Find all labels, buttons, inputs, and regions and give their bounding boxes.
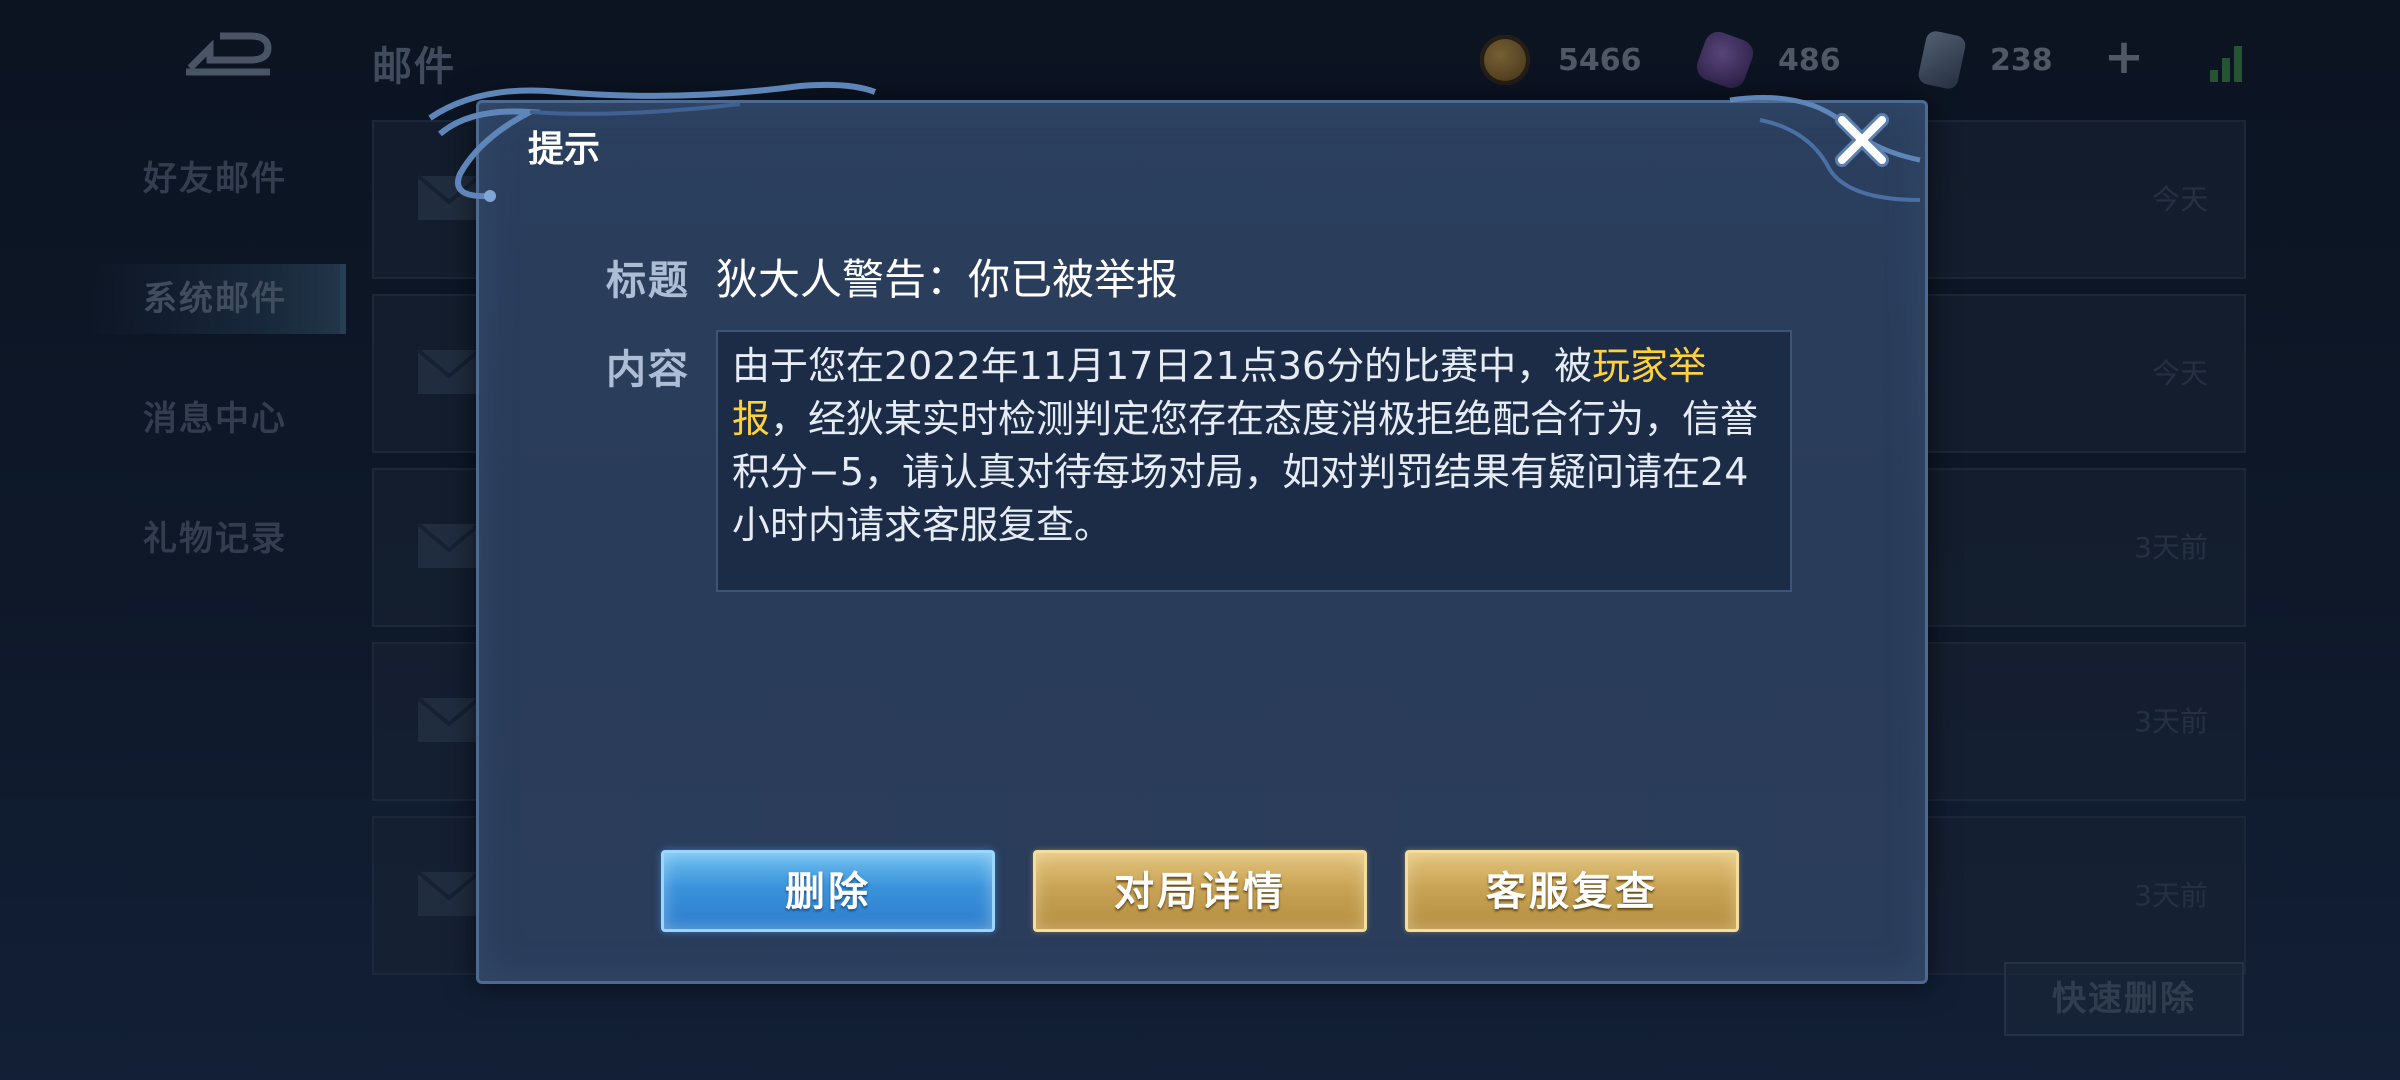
close-icon [1835,113,1889,167]
match-detail-button[interactable]: 对局详情 [1033,850,1367,932]
customer-service-review-button[interactable]: 客服复查 [1405,850,1739,932]
close-button[interactable] [1830,108,1894,172]
subject-label: 标题 [606,258,690,304]
mail-subject: 狄大人警告：你已被举报 [716,255,1179,304]
dialog-ornament-right [1729,95,1921,202]
content-text-continued: ，经狄某实时检测判定您存在态度消极拒绝配合行为，信誉积分−5，请认真对待每场对局… [732,397,1759,547]
mail-content: 由于您在2022年11月17日21点36分的比赛中，被玩家举报，经狄某实时检测判… [716,330,1792,592]
content-text: 由于您在2022年11月17日21点36分的比赛中，被 [732,344,1593,388]
dialog-title: 提示 [528,129,601,170]
delete-button[interactable]: 删除 [661,850,995,932]
dialog-ornament-left [428,81,877,202]
content-label: 内容 [606,347,690,393]
